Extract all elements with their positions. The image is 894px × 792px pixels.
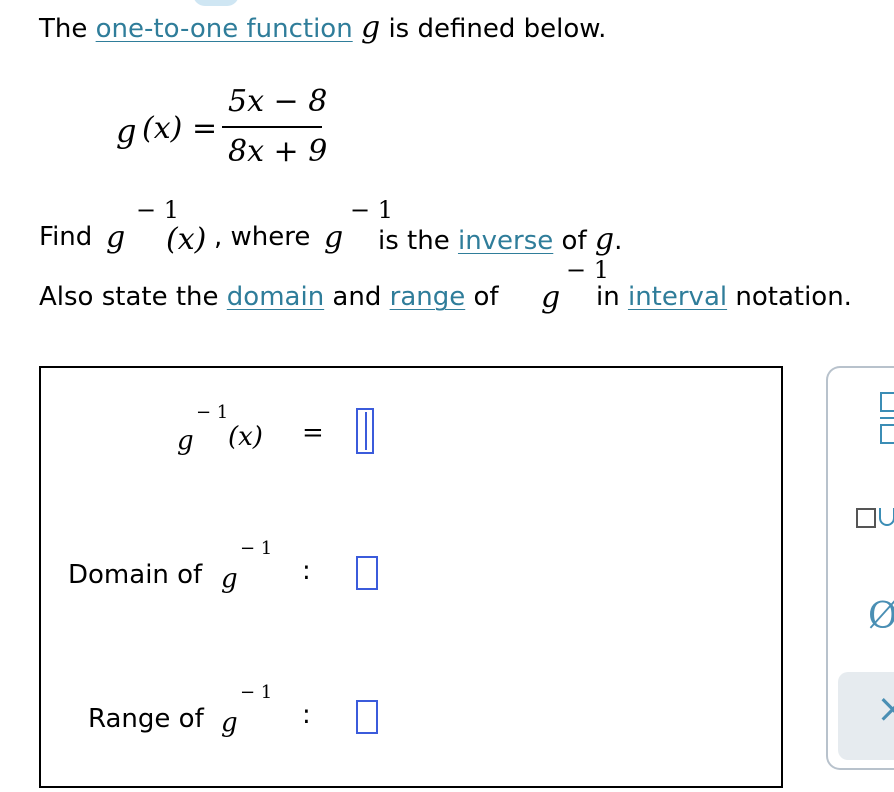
find-arg: (x) — [166, 222, 207, 257]
answer-inverse-g: g — [177, 426, 194, 456]
of-text: of — [553, 226, 595, 256]
answer-inverse-arg: (x) — [228, 422, 263, 452]
domain-sup: − 1 — [240, 538, 273, 559]
fraction-button[interactable] — [868, 392, 894, 452]
also-text: Also state the — [39, 282, 227, 312]
is-the-text: is the — [378, 226, 458, 256]
empty-set-icon[interactable]: Ø — [868, 596, 894, 637]
one-to-one-function-link[interactable]: one-to-one function — [96, 14, 353, 44]
interval-link[interactable]: interval — [628, 282, 727, 312]
period: . — [614, 226, 623, 256]
of-var-g: g — [594, 222, 615, 257]
union-icon — [856, 508, 876, 528]
domain-var-g: g — [221, 564, 238, 594]
range-sup: − 1 — [240, 682, 273, 703]
def-equals: = — [192, 111, 218, 146]
close-icon: × — [876, 686, 894, 732]
def-fraction-bar — [222, 126, 322, 128]
range-input[interactable] — [356, 700, 378, 734]
notation-text: notation. — [727, 282, 852, 312]
interval-notation-text: in interval notation. — [596, 282, 852, 312]
find-where: , where — [214, 222, 311, 252]
fraction-icon — [880, 392, 894, 412]
top-tab-indicator — [193, 0, 239, 6]
intro-prefix: The — [39, 14, 96, 44]
union-cup-icon — [879, 508, 894, 526]
domain-colon: : — [302, 556, 311, 586]
def-denominator: 8x + 9 — [228, 134, 328, 169]
domain-label: Domain of — [68, 560, 203, 590]
range-var-g: g — [221, 708, 238, 738]
find-sup: − 1 — [136, 196, 180, 224]
def-lhs-paren: (x) — [142, 111, 183, 146]
clear-button[interactable]: × — [838, 672, 894, 760]
domain-input[interactable] — [356, 556, 378, 590]
def-lhs-g: g — [116, 112, 137, 150]
range-colon: : — [302, 700, 311, 730]
of-text-2: of — [465, 282, 499, 312]
def-numerator: 5x − 8 — [228, 84, 328, 119]
line3-var-g: g — [541, 280, 561, 315]
and-text: and — [324, 282, 390, 312]
range-link[interactable]: range — [390, 282, 466, 312]
union-button[interactable] — [856, 506, 894, 532]
where-var-g: g — [324, 220, 344, 255]
fraction-icon-bar — [880, 417, 894, 419]
problem-intro: The one-to-one function g is defined bel… — [39, 10, 606, 45]
range-label: Range of — [88, 704, 204, 734]
answer-inverse-sup: − 1 — [196, 402, 229, 423]
intro-var-g: g — [360, 10, 381, 45]
fraction-icon-bottom — [880, 424, 894, 444]
line3-sup: − 1 — [566, 256, 610, 284]
domain-link[interactable]: domain — [227, 282, 324, 312]
inverse-sentence: is the inverse of g. — [378, 222, 622, 257]
inverse-input[interactable] — [356, 408, 374, 454]
find-label: Find — [39, 222, 93, 252]
intro-suffix: is defined below. — [380, 14, 607, 44]
state-domain-range-line: Also state the domain and range of — [39, 282, 499, 312]
inverse-link[interactable]: inverse — [458, 226, 553, 256]
find-inverse-line: Find — [39, 222, 92, 252]
answer-inverse-equals: = — [302, 418, 324, 448]
in-text: in — [596, 282, 628, 312]
text-cursor — [365, 412, 367, 450]
where-sup: − 1 — [350, 196, 394, 224]
find-var-g: g — [106, 220, 126, 255]
